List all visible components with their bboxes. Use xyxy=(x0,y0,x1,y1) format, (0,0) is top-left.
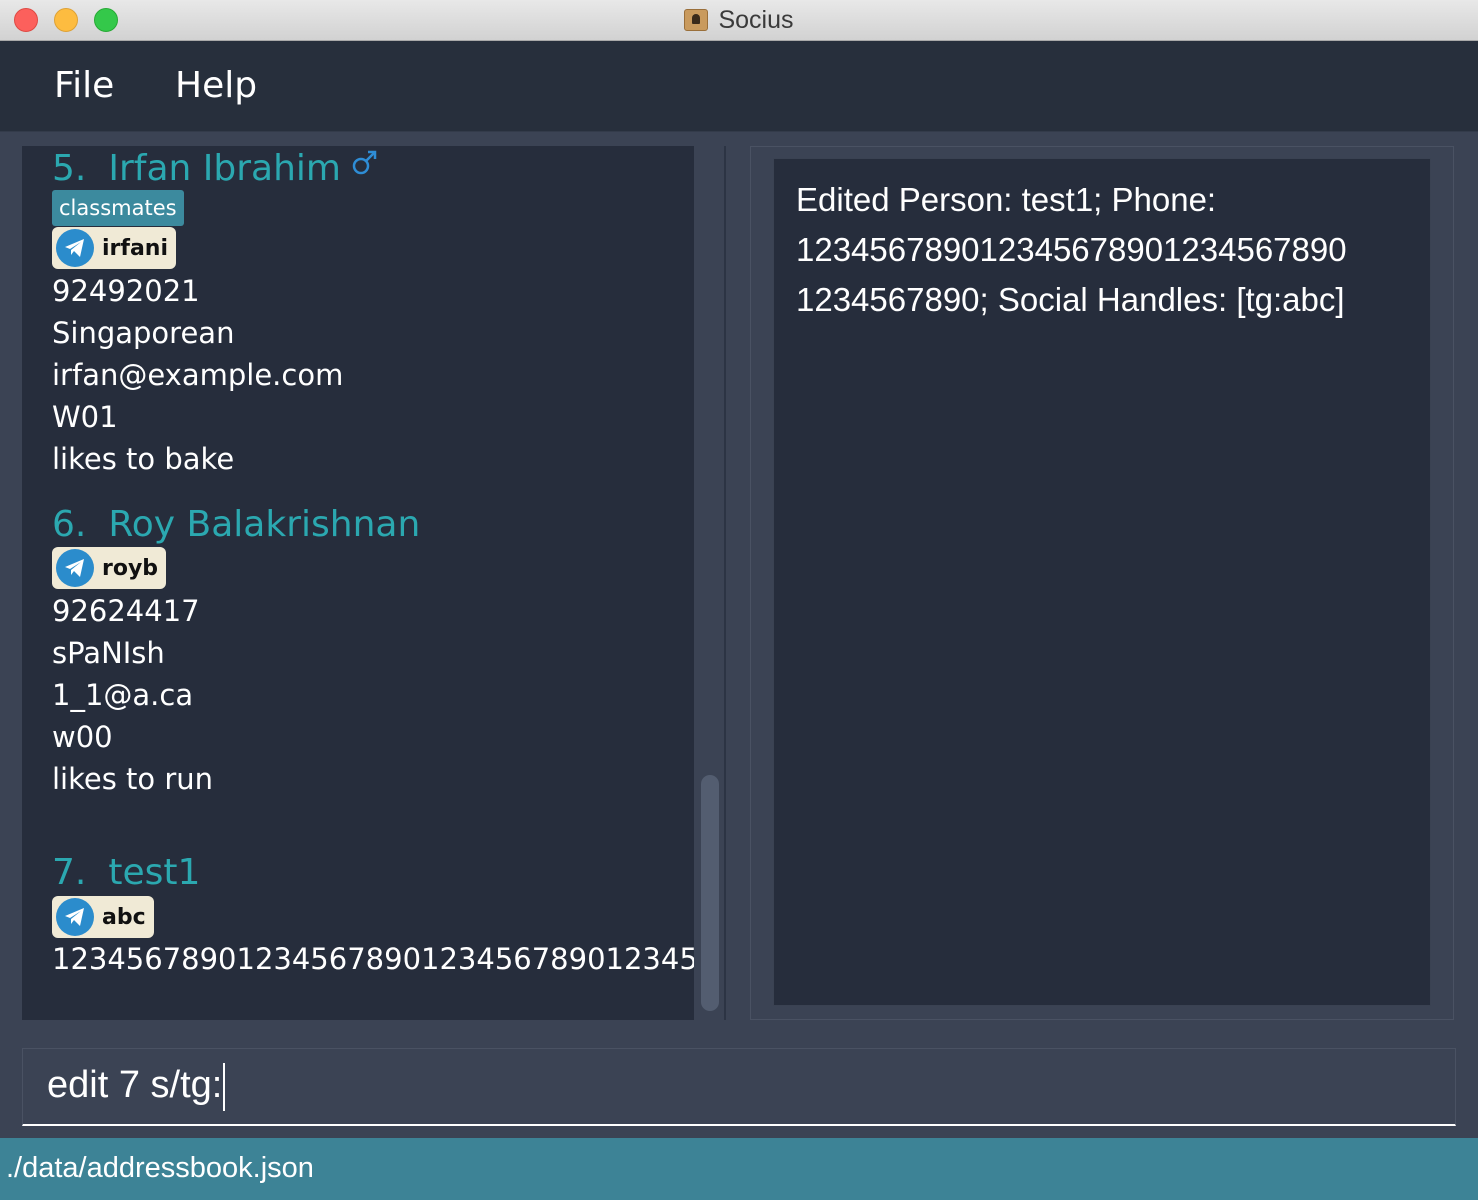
person-index: 5. xyxy=(52,148,87,189)
tag-chip: classmates xyxy=(52,190,184,226)
person-index: 6. xyxy=(52,504,87,545)
person-name-row: 6. Roy Balakrishnan xyxy=(52,504,420,545)
result-display[interactable]: Edited Person: test1; Phone: 12345678901… xyxy=(773,158,1431,1006)
handle-text: abc xyxy=(102,904,146,930)
telegram-handle-chip[interactable]: irfani xyxy=(52,227,177,269)
save-location: ./data/addressbook.json xyxy=(6,1152,314,1184)
app-icon xyxy=(684,9,709,31)
text-caret xyxy=(223,1063,226,1111)
person-index: 7. xyxy=(52,852,87,893)
telegram-handle-chip[interactable]: abc xyxy=(52,896,154,938)
person-name: Irfan Ibrahim xyxy=(108,148,341,189)
window-title: Socius xyxy=(718,5,794,34)
handle-text: irfani xyxy=(102,235,169,261)
tutorial-field: W01 xyxy=(52,400,118,434)
person-list[interactable]: 5. Irfan Ibrahim classmates irfani 924920… xyxy=(22,146,694,1020)
telegram-icon xyxy=(56,898,94,936)
status-bar: ./data/addressbook.json xyxy=(0,1138,1478,1200)
email-field: 1_1@a.ca xyxy=(52,678,194,712)
list-scrollbar-thumb[interactable] xyxy=(701,775,719,1011)
panel-divider[interactable] xyxy=(724,146,726,1020)
person-name-row: 7. test1 xyxy=(52,852,200,893)
remark-field: likes to bake xyxy=(52,442,235,476)
command-text: edit 7 s/tg: xyxy=(47,1064,223,1107)
telegram-icon xyxy=(56,549,94,587)
person-name: test1 xyxy=(108,852,201,893)
command-box[interactable]: edit 7 s/tg: xyxy=(22,1048,1456,1126)
nationality-field: sPaNIsh xyxy=(52,636,165,670)
phone-field: 92624417 xyxy=(52,594,200,628)
remark-field: likes to run xyxy=(52,762,214,796)
title-bar: Socius xyxy=(0,0,1478,41)
window-title-wrap: Socius xyxy=(0,0,1478,40)
person-name: Roy Balakrishnan xyxy=(108,504,421,545)
person-name-row: 5. Irfan Ibrahim xyxy=(52,148,379,189)
phone-field: 92492021 xyxy=(52,274,200,308)
male-female-icon xyxy=(351,148,379,186)
telegram-icon xyxy=(56,229,94,267)
menu-help[interactable]: Help xyxy=(175,65,257,106)
tutorial-field: w00 xyxy=(52,720,113,754)
menu-file[interactable]: File xyxy=(54,65,114,106)
menu-bar: File Help xyxy=(0,41,1478,132)
handle-text: royb xyxy=(102,555,159,581)
phone-field: 123456789012345678901234567890123456789.… xyxy=(52,942,694,976)
telegram-handle-chip[interactable]: royb xyxy=(52,547,167,589)
nationality-field: Singaporean xyxy=(52,316,235,350)
command-input[interactable]: edit 7 s/tg: xyxy=(47,1063,226,1111)
email-field: irfan@example.com xyxy=(52,358,344,392)
